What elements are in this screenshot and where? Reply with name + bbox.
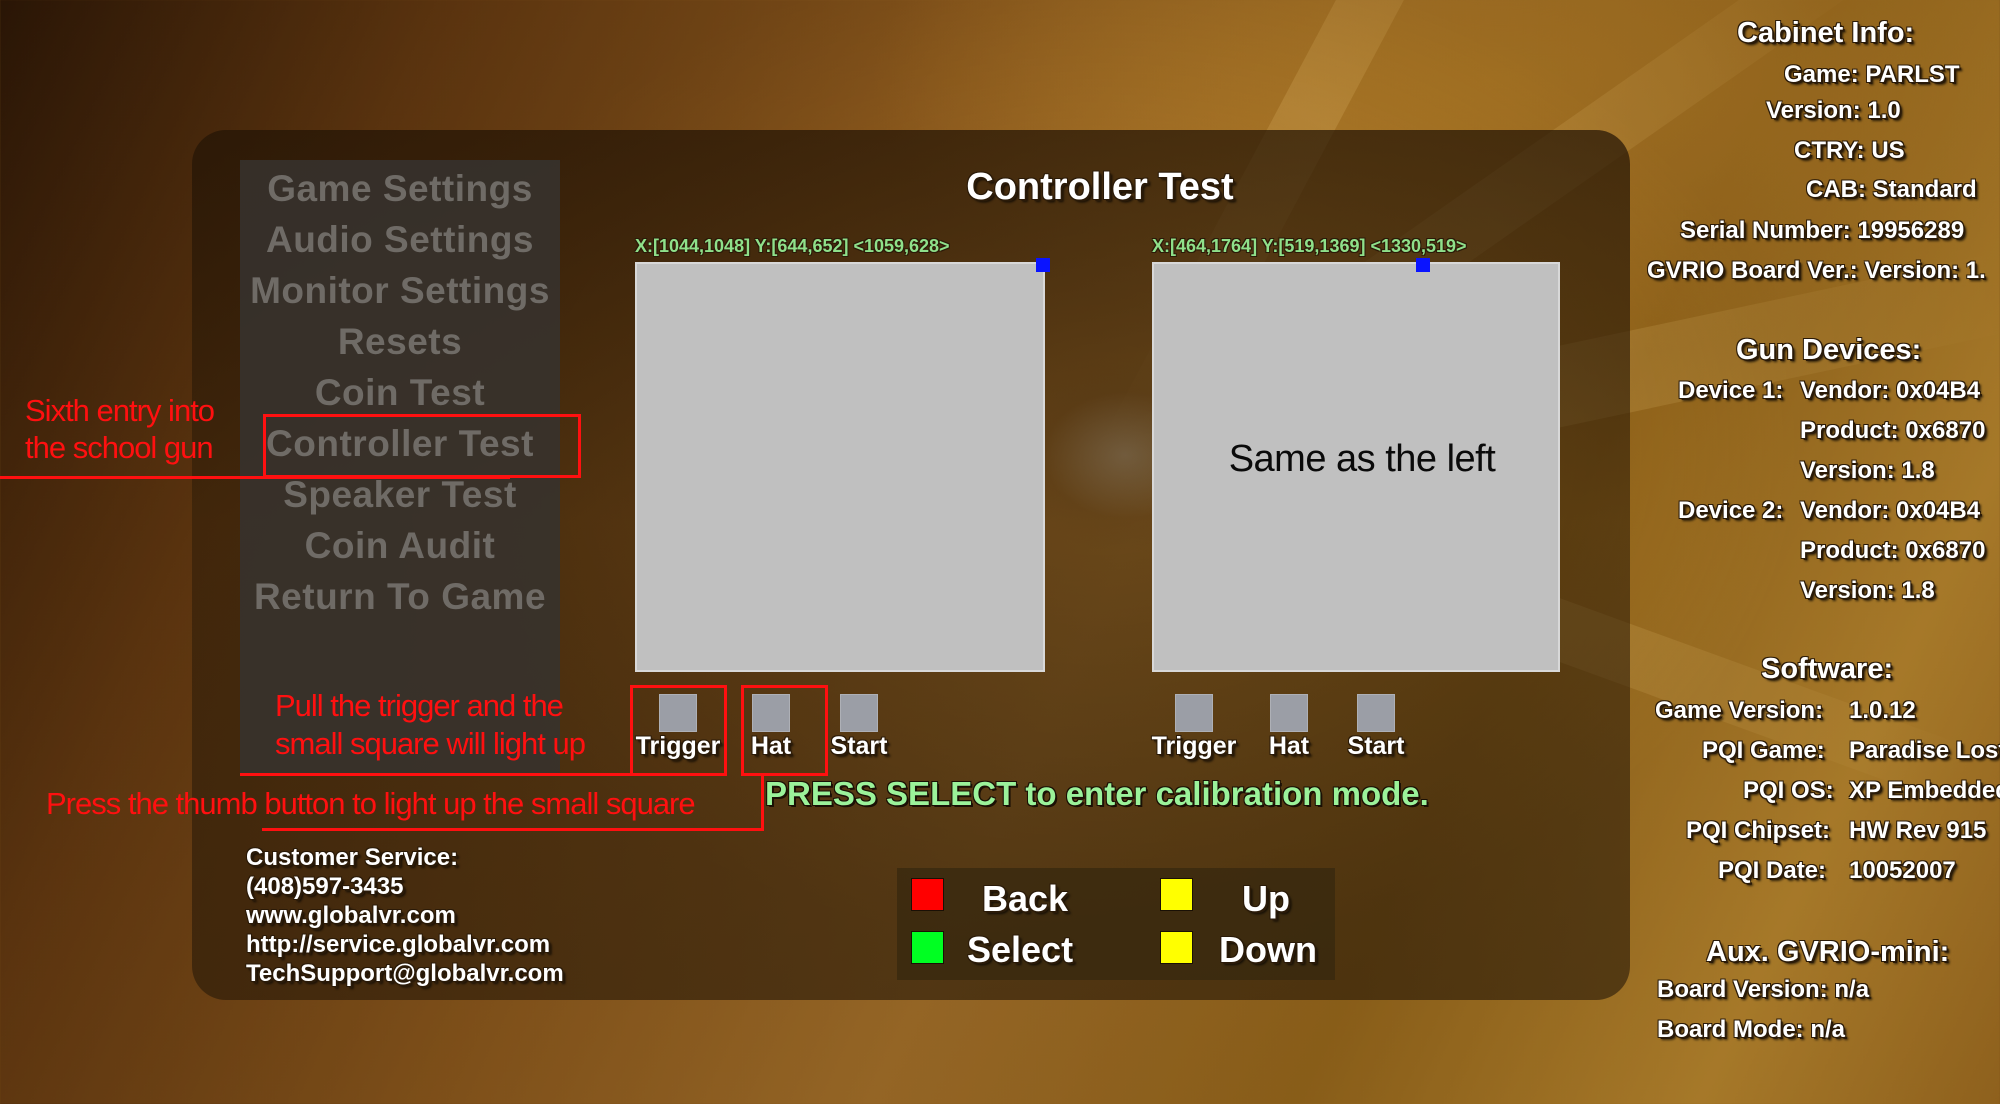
software-pqi-date-value: 10052007 — [1849, 857, 1956, 884]
menu-item-game-settings[interactable]: Game Settings — [240, 168, 560, 210]
device1-label: Device 1: — [1678, 377, 1784, 404]
menu-item-resets[interactable]: Resets — [240, 321, 560, 363]
legend-back-label: Back — [982, 878, 1069, 919]
cabinet-serial: Serial Number: 19956289 — [1680, 217, 1965, 244]
p1-start-indicator — [840, 694, 878, 732]
p2-aim-cursor — [1416, 258, 1430, 272]
cabinet-ctry: CTRY: US — [1794, 137, 1905, 164]
aux-board-mode: Board Mode: n/a — [1657, 1016, 1846, 1043]
customer-service-url: http://service.globalvr.com — [246, 931, 551, 958]
up-color-swatch — [1160, 878, 1193, 911]
annotation-trigger-note-line1: Pull the trigger and the — [275, 688, 564, 723]
select-color-swatch — [911, 931, 944, 964]
software-pqi-game-key: PQI Game: — [1702, 737, 1825, 764]
page-title: Controller Test — [966, 166, 1234, 208]
annotation-right-screen-note: Same as the left — [1228, 438, 1496, 480]
device2-label: Device 2: — [1678, 497, 1784, 524]
software-pqi-os-key: PQI OS: — [1743, 777, 1834, 804]
annotation-hat-underline — [262, 828, 764, 831]
device2-vendor: Vendor: 0x04B4 — [1800, 497, 1981, 524]
p2-coord-readout: X:[464,1764] Y:[519,1369] <1330,519> — [1152, 236, 1467, 256]
customer-service-website: www.globalvr.com — [246, 902, 456, 929]
annotation-menu-note-line2: the school gun — [25, 430, 214, 465]
software-pqi-chipset-value: HW Rev 915 — [1849, 817, 1987, 844]
annotation-trigger-box — [630, 685, 727, 776]
p2-start-indicator — [1357, 694, 1395, 732]
cabinet-gvrio: GVRIO Board Ver.: Version: 1. — [1647, 257, 1986, 284]
menu-item-return-to-game[interactable]: Return To Game — [240, 576, 560, 618]
annotation-trigger-note-line2: small square will light up — [275, 726, 586, 761]
menu-item-monitor-settings[interactable]: Monitor Settings — [240, 270, 560, 312]
customer-service-heading: Customer Service: — [246, 844, 459, 871]
software-game-version-value: 1.0.12 — [1849, 697, 1916, 724]
device1-version: Version: 1.8 — [1800, 457, 1935, 484]
customer-service-phone: (408)597-3435 — [246, 873, 404, 900]
controls-legend: Back Select Up Down — [897, 868, 1335, 980]
software-game-version-key: Game Version: — [1655, 697, 1824, 724]
legend-up-label: Up — [1242, 878, 1290, 919]
calibration-prompt: PRESS SELECT to enter calibration mode. — [765, 775, 1429, 812]
device1-vendor: Vendor: 0x04B4 — [1800, 377, 1981, 404]
down-color-swatch — [1160, 931, 1193, 964]
annotation-hat-note: Press the thumb button to light up the s… — [46, 786, 696, 821]
p1-aim-area — [635, 262, 1045, 672]
menu-item-coin-audit[interactable]: Coin Audit — [240, 525, 560, 567]
aux-board-version: Board Version: n/a — [1657, 976, 1870, 1003]
menu-item-audio-settings[interactable]: Audio Settings — [240, 219, 560, 261]
annotation-trigger-underline — [240, 773, 635, 776]
p1-aim-cursor — [1036, 258, 1050, 272]
software-pqi-os-value: XP Embedded — [1849, 777, 2000, 804]
p1-coord-readout: X:[1044,1048] Y:[644,652] <1059,628> — [635, 236, 950, 256]
customer-service-info: Customer Service: (408)597-3435 www.glob… — [246, 843, 564, 988]
menu-item-coin-test[interactable]: Coin Test — [240, 372, 560, 414]
device2-version: Version: 1.8 — [1800, 577, 1935, 604]
legend-down-label: Down — [1219, 929, 1317, 970]
device1-product: Product: 0x6870 — [1800, 417, 1986, 444]
annotation-controller-test-box — [263, 414, 581, 478]
aux-heading: Aux. GVRIO-mini: — [1706, 936, 1950, 968]
menu-item-speaker-test[interactable]: Speaker Test — [240, 474, 560, 516]
p2-hat-indicator — [1270, 694, 1308, 732]
cabinet-game: Game: PARLST — [1784, 61, 1960, 88]
gun-devices-heading: Gun Devices: — [1736, 334, 1922, 366]
back-color-swatch — [911, 878, 944, 911]
cabinet-info-heading: Cabinet Info: — [1737, 17, 1915, 49]
software-pqi-date-key: PQI Date: — [1718, 857, 1827, 884]
legend-select-label: Select — [967, 929, 1074, 970]
cabinet-version: Version: 1.0 — [1766, 97, 1901, 124]
annotation-menu-note-line1: Sixth entry into — [25, 393, 215, 428]
customer-service-email: TechSupport@globalvr.com — [246, 960, 564, 987]
software-heading: Software: — [1761, 653, 1894, 685]
software-pqi-game-value: Paradise Lost — [1849, 737, 2000, 764]
p2-start-label: Start — [1347, 732, 1405, 760]
p2-trigger-indicator — [1175, 694, 1213, 732]
annotation-hat-connector — [761, 776, 764, 830]
software-pqi-chipset-key: PQI Chipset: — [1686, 817, 1831, 844]
device2-product: Product: 0x6870 — [1800, 537, 1986, 564]
annotation-hat-box — [741, 685, 828, 776]
cabinet-cab: CAB: Standard — [1806, 176, 1977, 203]
